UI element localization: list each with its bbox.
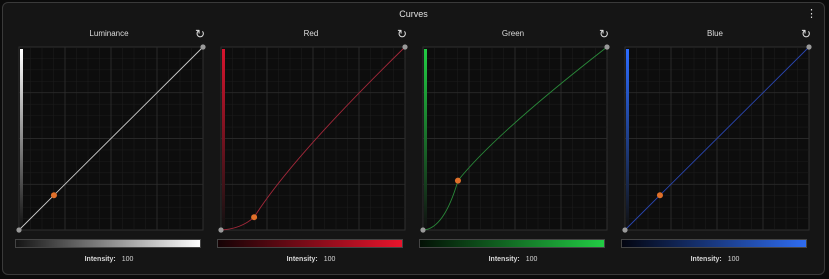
vertical-dots-icon[interactable]: ⋮	[806, 7, 817, 21]
reset-icon[interactable]: ↻	[799, 27, 813, 41]
panel-blue: Blue ↻ Intensity: 100	[617, 25, 813, 271]
intensity-readout: Intensity: 100	[415, 256, 611, 263]
panel-red: Red ↻ Intensity: 100	[213, 25, 409, 271]
curve-control-point-active[interactable]	[251, 214, 258, 221]
reset-icon[interactable]: ↻	[395, 27, 409, 41]
channel-strip	[222, 49, 225, 228]
curve-control-point[interactable]	[420, 227, 426, 233]
curve-control-point-active[interactable]	[656, 192, 663, 199]
curve-control-point[interactable]	[806, 44, 812, 50]
reset-icon[interactable]: ↻	[597, 27, 611, 41]
curve-control-point[interactable]	[402, 44, 408, 50]
reset-icon[interactable]: ↻	[193, 27, 207, 41]
curve-control-point[interactable]	[218, 227, 224, 233]
panel-green: Green ↻ Intensity: 100	[415, 25, 611, 271]
channel-strip	[20, 49, 23, 228]
curve-control-point[interactable]	[622, 227, 628, 233]
curve-plot[interactable]	[11, 43, 207, 237]
intensity-readout: Intensity: 100	[213, 256, 409, 263]
panel-luminance: Luminance ↻ Intensity: 100	[11, 25, 207, 271]
panel-title: Blue	[706, 29, 723, 38]
curve-control-point-active[interactable]	[454, 177, 461, 184]
panel-title: Luminance	[89, 29, 129, 38]
intensity-value: 100	[323, 256, 336, 263]
panel-title: Green	[501, 29, 525, 38]
curve-control-point[interactable]	[200, 44, 206, 50]
intensity-gradient-bar[interactable]	[15, 239, 201, 248]
curve-plot[interactable]	[617, 43, 813, 237]
curve-control-point-active[interactable]	[50, 192, 57, 199]
window-title: Curves	[399, 9, 428, 19]
intensity-label: Intensity:	[286, 256, 318, 263]
intensity-readout: Intensity: 100	[11, 256, 207, 263]
panel-title: Red	[303, 29, 319, 38]
curves-window: Curves ⋮ Luminance ↻ Intensity: 100 Red ↻…	[2, 2, 825, 275]
intensity-gradient-bar[interactable]	[419, 239, 605, 248]
intensity-readout: Intensity: 100	[617, 256, 813, 263]
curve-control-point[interactable]	[604, 44, 610, 50]
channel-strip	[424, 49, 427, 228]
intensity-gradient-bar[interactable]	[621, 239, 807, 248]
curve-plot[interactable]	[415, 43, 611, 237]
intensity-label: Intensity:	[488, 256, 520, 263]
curve-plot[interactable]	[213, 43, 409, 237]
channel-strip	[626, 49, 629, 228]
intensity-value: 100	[121, 256, 134, 263]
intensity-value: 100	[727, 256, 740, 263]
intensity-label: Intensity:	[84, 256, 116, 263]
curve-control-point[interactable]	[16, 227, 22, 233]
intensity-gradient-bar[interactable]	[217, 239, 403, 248]
intensity-label: Intensity:	[690, 256, 722, 263]
intensity-value: 100	[525, 256, 538, 263]
